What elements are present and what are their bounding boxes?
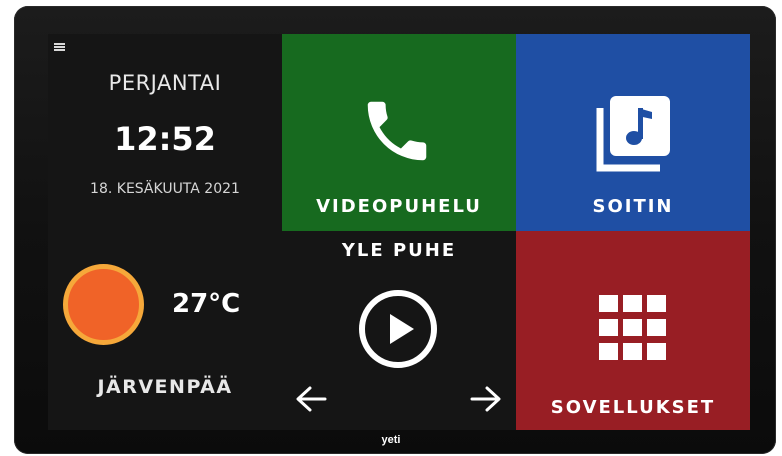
- player-tile[interactable]: SOITIN: [516, 34, 750, 231]
- next-arrow-icon[interactable]: [468, 384, 504, 414]
- grid-icon: [599, 295, 667, 363]
- radio-station-title: YLE PUHE: [341, 240, 457, 261]
- weekday-label: PERJANTAI: [108, 71, 222, 95]
- temperature-label: 27°C: [172, 289, 241, 319]
- phone-icon: [367, 101, 427, 161]
- play-button[interactable]: [357, 288, 439, 370]
- apps-tile[interactable]: SOVELLUKSET: [516, 231, 750, 430]
- clock-time: 12:52: [114, 120, 216, 158]
- apps-label: SOVELLUKSET: [550, 397, 716, 418]
- home-screen: PERJANTAI 12:52 18. KESÄKUUTA 2021 27°C …: [48, 34, 750, 430]
- brand-logo: yeti: [381, 434, 401, 446]
- videocall-label: VIDEOPUHELU: [316, 196, 482, 217]
- player-label: SOITIN: [592, 196, 674, 217]
- music-note-icon: [596, 96, 670, 172]
- sun-icon: [63, 264, 144, 345]
- previous-arrow-icon[interactable]: [293, 384, 329, 414]
- location-label: JÄRVENPÄÄ: [97, 376, 233, 398]
- videocall-tile[interactable]: VIDEOPUHELU: [282, 34, 516, 231]
- date-label: 18. KESÄKUUTA 2021: [90, 181, 240, 197]
- menu-icon[interactable]: [54, 43, 68, 53]
